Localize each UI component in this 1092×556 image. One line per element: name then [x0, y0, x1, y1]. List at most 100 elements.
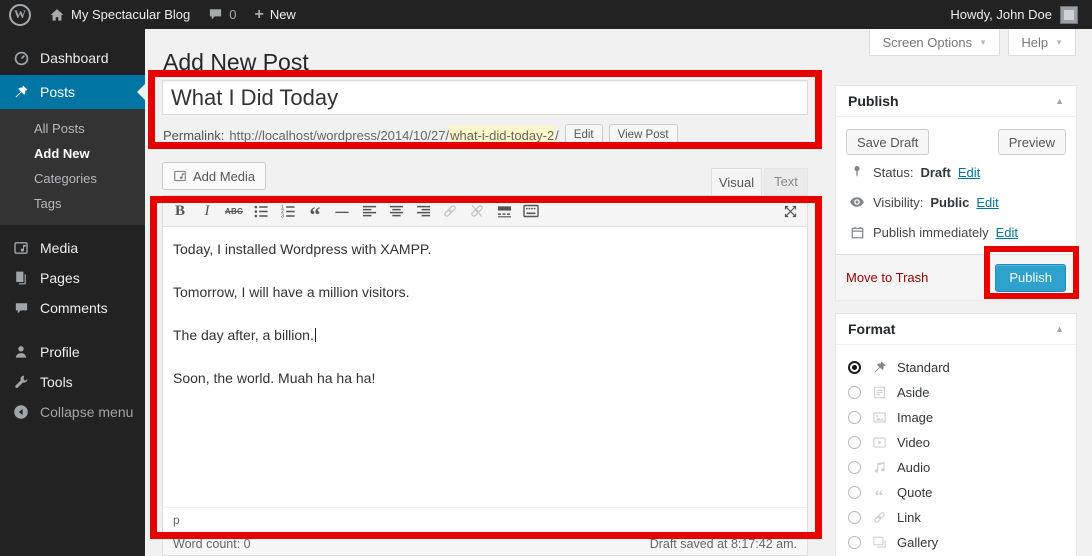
radio-unselected[interactable] — [848, 386, 861, 399]
submenu-tags[interactable]: Tags — [0, 191, 145, 216]
publish-box: Publish ▲ Save Draft Preview Status: Dra… — [835, 85, 1077, 300]
permalink-base-url: http://localhost/wordpress/2014/10/27/ — [229, 128, 449, 143]
permalink-label: Permalink: — [163, 128, 224, 143]
collapse-toggle-icon[interactable]: ▲ — [1055, 96, 1064, 106]
format-box-title: Format — [848, 321, 895, 337]
radio-unselected[interactable] — [848, 411, 861, 424]
sidebar-item-comments[interactable]: Comments — [0, 293, 145, 323]
tab-text[interactable]: Text — [764, 168, 808, 195]
editor-content[interactable]: Today, I installed Wordpress with XAMPP.… — [163, 227, 807, 507]
howdy-user-menu[interactable]: Howdy, John Doe — [950, 7, 1052, 22]
blockquote-button[interactable]: “ — [302, 199, 328, 223]
help-label: Help — [1021, 35, 1048, 50]
tab-visual[interactable]: Visual — [711, 168, 762, 195]
move-to-trash-link[interactable]: Move to Trash — [846, 270, 928, 285]
insert-link-button[interactable] — [437, 199, 463, 223]
format-label: Link — [897, 510, 921, 525]
post-paragraph: The day after, a billion. — [173, 325, 797, 345]
sidebar-item-tools[interactable]: Tools — [0, 367, 145, 397]
format-option-video[interactable]: Video — [848, 430, 1064, 455]
format-option-aside[interactable]: Aside — [848, 380, 1064, 405]
comments-count: 0 — [229, 7, 236, 22]
preview-button[interactable]: Preview — [998, 129, 1066, 155]
wordpress-add-new-post-screen: W My Spectacular Blog 0 + New Howdy, Joh… — [0, 0, 1092, 556]
edit-permalink-button[interactable]: Edit — [565, 124, 603, 146]
numbered-list-button[interactable]: 123 — [275, 199, 301, 223]
horizontal-rule-icon: — — [335, 204, 348, 219]
new-content-menu[interactable]: + New — [245, 0, 304, 29]
align-right-icon — [416, 204, 431, 219]
view-post-button[interactable]: View Post — [609, 124, 678, 146]
horizontal-rule-button[interactable]: — — [329, 199, 355, 223]
sidebar-label-dashboard: Dashboard — [40, 50, 109, 66]
screen-options-tab[interactable]: Screen Options ▼ — [869, 29, 1000, 56]
comments-menu[interactable]: 0 — [199, 0, 245, 29]
post-paragraph: Tomorrow, I will have a million visitors… — [173, 282, 797, 302]
bullet-list-button[interactable] — [248, 199, 274, 223]
edit-schedule-link[interactable]: Edit — [996, 225, 1018, 240]
distraction-free-button[interactable] — [777, 199, 803, 223]
add-media-button[interactable]: Add Media — [162, 162, 266, 190]
permalink-slug[interactable]: what-i-did-today-2 — [449, 126, 555, 145]
element-path[interactable]: p — [173, 513, 180, 527]
sidebar-item-collapse-menu[interactable]: Collapse menu — [0, 397, 145, 427]
save-draft-button[interactable]: Save Draft — [846, 129, 929, 155]
collapse-toggle-icon[interactable]: ▲ — [1055, 324, 1064, 334]
status-label: Status: — [873, 165, 913, 180]
format-option-link[interactable]: Link — [848, 505, 1064, 530]
link-chain-icon — [870, 510, 888, 525]
schedule-text: Publish immediately — [873, 225, 989, 240]
remove-link-button[interactable] — [464, 199, 490, 223]
user-avatar[interactable] — [1060, 6, 1078, 24]
sidebar-item-pages[interactable]: Pages — [0, 263, 145, 293]
align-right-button[interactable] — [410, 199, 436, 223]
submenu-all-posts[interactable]: All Posts — [0, 116, 145, 141]
format-option-quote[interactable]: “ Quote — [848, 480, 1064, 505]
edit-visibility-link[interactable]: Edit — [976, 195, 998, 210]
submenu-add-new[interactable]: Add New — [0, 141, 145, 166]
sidebar-item-media[interactable]: Media — [0, 233, 145, 263]
strikethrough-button[interactable]: ABC — [221, 199, 247, 223]
radio-unselected[interactable] — [848, 486, 861, 499]
publish-button[interactable]: Publish — [995, 264, 1066, 292]
visibility-value: Public — [930, 195, 969, 210]
major-publishing-actions: Move to Trash Publish — [836, 254, 1076, 300]
site-menu[interactable]: My Spectacular Blog — [40, 0, 199, 29]
bullet-list-icon — [254, 204, 269, 219]
format-option-standard[interactable]: Standard — [848, 355, 1064, 380]
sidebar-item-dashboard[interactable]: Dashboard — [0, 41, 145, 75]
sidebar-item-profile[interactable]: Profile — [0, 337, 145, 367]
radio-unselected[interactable] — [848, 511, 861, 524]
align-center-icon — [389, 204, 404, 219]
format-option-audio[interactable]: Audio — [848, 455, 1064, 480]
word-count-label: Word count: — [173, 537, 240, 551]
radio-unselected[interactable] — [848, 536, 861, 549]
format-option-gallery[interactable]: Gallery — [848, 530, 1064, 555]
toolbar-toggle-button[interactable] — [518, 199, 544, 223]
italic-button[interactable]: I — [194, 199, 220, 223]
sidebar-item-posts[interactable]: Posts — [0, 75, 145, 109]
radio-selected[interactable] — [848, 361, 861, 374]
expand-arrows-icon — [783, 204, 798, 219]
profile-person-icon — [10, 344, 32, 360]
bold-button[interactable]: B — [167, 199, 193, 223]
align-center-button[interactable] — [383, 199, 409, 223]
blockquote-icon: “ — [310, 210, 321, 220]
align-left-button[interactable] — [356, 199, 382, 223]
publish-box-header[interactable]: Publish ▲ — [836, 86, 1076, 117]
radio-unselected[interactable] — [848, 461, 861, 474]
sidebar-label-tools: Tools — [40, 374, 73, 390]
format-option-image[interactable]: Image — [848, 405, 1064, 430]
permalink-suffix: / — [555, 128, 559, 143]
help-tab[interactable]: Help ▼ — [1008, 29, 1076, 56]
submenu-categories[interactable]: Categories — [0, 166, 145, 191]
italic-icon: I — [205, 203, 210, 220]
format-label: Quote — [897, 485, 932, 500]
format-box-header[interactable]: Format ▲ — [836, 314, 1076, 345]
more-tag-button[interactable] — [491, 199, 517, 223]
wordpress-logo-menu[interactable]: W — [0, 0, 40, 29]
comment-bubble-icon — [208, 7, 223, 22]
radio-unselected[interactable] — [848, 436, 861, 449]
post-title-input[interactable] — [162, 80, 808, 115]
edit-status-link[interactable]: Edit — [958, 165, 980, 180]
